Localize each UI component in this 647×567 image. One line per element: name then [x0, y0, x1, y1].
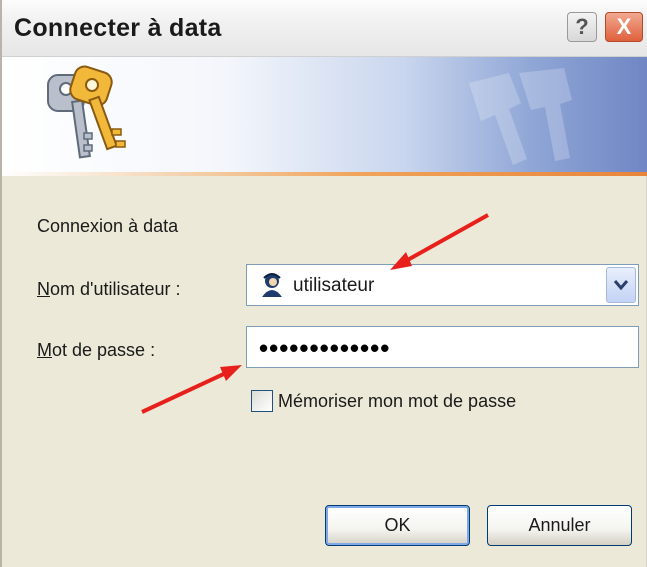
username-value: utilisateur [293, 275, 375, 296]
help-button[interactable]: ? [567, 12, 597, 42]
login-dialog: Connecter à data ? X Connexion à data No… [0, 0, 647, 567]
password-label: Mot de passe : [37, 340, 156, 360]
username-combobox[interactable]: utilisateur [246, 264, 639, 306]
keys-icon [47, 65, 126, 159]
intro-text: Connexion à data [37, 216, 179, 236]
password-field[interactable]: ••••••••••••• [246, 326, 639, 368]
chevron-down-icon [613, 280, 629, 291]
username-label: Nom d'utilisateur : [37, 279, 181, 299]
ok-button[interactable]: OK [325, 505, 470, 546]
remember-password-checkbox[interactable] [251, 390, 273, 412]
window-title: Connecter à data [14, 14, 222, 42]
keys-watermark-icon [469, 68, 572, 165]
close-button[interactable]: X [605, 12, 643, 42]
username-dropdown-button[interactable] [606, 267, 636, 303]
dialog-banner [2, 57, 647, 175]
title-bar[interactable]: Connecter à data ? X [2, 0, 647, 57]
user-icon [262, 273, 282, 297]
banner-divider [2, 172, 647, 176]
cancel-button[interactable]: Annuler [487, 505, 632, 546]
remember-password-label[interactable]: Mémoriser mon mot de passe [278, 391, 516, 412]
password-value: ••••••••••••• [259, 333, 391, 363]
